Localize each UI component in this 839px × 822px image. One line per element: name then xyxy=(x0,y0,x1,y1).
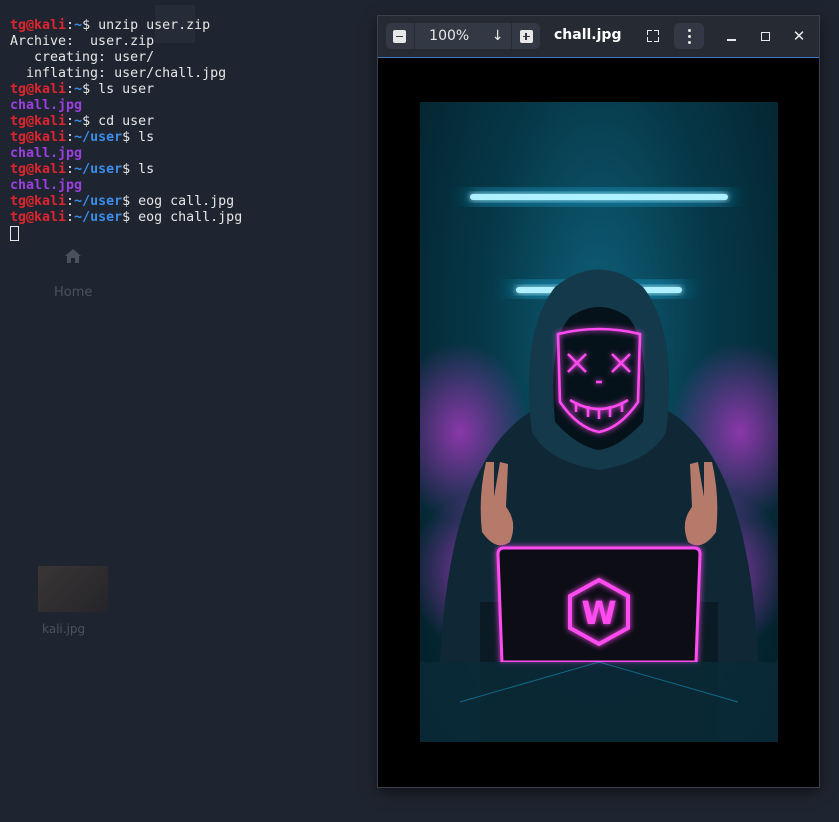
maximize-button[interactable] xyxy=(750,23,780,49)
terminal-line: chall.jpg xyxy=(10,98,242,114)
terminal-line: tg@kali:~$ unzip user.zip xyxy=(10,18,242,34)
prompt-user: tg@kali xyxy=(10,162,67,177)
text-cursor xyxy=(10,226,19,241)
home-icon[interactable] xyxy=(64,248,82,264)
zoom-in-button[interactable] xyxy=(512,23,540,49)
terminal-line: creating: user/ xyxy=(10,50,242,66)
command-text: cd user xyxy=(98,114,155,129)
prompt-separator: : xyxy=(66,114,75,129)
prompt-separator: : xyxy=(66,210,75,225)
terminal-line: chall.jpg xyxy=(10,146,242,162)
prompt-path: ~/user xyxy=(74,194,123,209)
command-text: eog chall.jpg xyxy=(138,210,243,225)
output-text: Archive: user.zip xyxy=(10,34,155,49)
terminal-output[interactable]: tg@kali:~$ unzip user.zip Archive: user.z… xyxy=(10,18,242,242)
terminal-line: tg@kali:~/user$ eog chall.jpg xyxy=(10,210,242,226)
prompt-user: tg@kali xyxy=(10,194,67,209)
window-title: chall.jpg xyxy=(554,27,622,43)
minimize-icon xyxy=(726,39,736,41)
zoom-level[interactable]: 100% xyxy=(415,28,484,44)
prompt-user: tg@kali xyxy=(10,114,67,129)
svg-text:W: W xyxy=(581,594,616,632)
command-text: ls xyxy=(138,130,155,145)
prompt-symbol: $ xyxy=(82,18,99,33)
terminal-line: inflating: user/chall.jpg xyxy=(10,66,242,82)
close-button[interactable]: ✕ xyxy=(784,23,814,49)
terminal-line: tg@kali:~/user$ ls xyxy=(10,162,242,178)
output-text: inflating: user/chall.jpg xyxy=(10,66,227,81)
prompt-user: tg@kali xyxy=(10,210,67,225)
terminal-line: tg@kali:~/user$ ls xyxy=(10,130,242,146)
prompt-separator: : xyxy=(66,194,75,209)
prompt-symbol: $ xyxy=(122,194,139,209)
prompt-symbol: $ xyxy=(122,130,139,145)
terminal-line: chall.jpg xyxy=(10,178,242,194)
prompt-symbol: $ xyxy=(122,210,139,225)
kebab-menu-icon xyxy=(687,28,691,44)
terminal-line: tg@kali:~$ ls user xyxy=(10,82,242,98)
terminal-line: Archive: user.zip xyxy=(10,34,242,50)
terminal-line xyxy=(10,226,242,242)
minus-box-icon xyxy=(393,29,407,43)
prompt-path: ~/user xyxy=(74,130,123,145)
fullscreen-icon xyxy=(647,30,659,42)
close-icon: ✕ xyxy=(792,27,806,45)
command-text: ls user xyxy=(98,82,155,97)
maximize-icon xyxy=(760,31,770,41)
prompt-user: tg@kali xyxy=(10,18,67,33)
prompt-separator: : xyxy=(66,162,75,177)
directory-entry: chall.jpg xyxy=(10,178,83,193)
prompt-separator: : xyxy=(66,130,75,145)
prompt-user: tg@kali xyxy=(10,130,67,145)
menu-button[interactable] xyxy=(674,23,704,49)
fullscreen-button[interactable] xyxy=(638,23,668,49)
hooded-figure-illustration: W xyxy=(420,192,778,742)
prompt-user: tg@kali xyxy=(10,82,67,97)
down-arrow-icon: ↓ xyxy=(491,28,504,44)
desktop-file-thumbnail[interactable] xyxy=(38,566,108,612)
minimize-button[interactable] xyxy=(716,23,746,49)
terminal-line: tg@kali:~$ cd user xyxy=(10,114,242,130)
prompt-symbol: $ xyxy=(82,82,99,97)
prompt-path: ~/user xyxy=(74,210,123,225)
zoom-dropdown-button[interactable]: ↓ xyxy=(484,23,512,49)
desktop-file-label[interactable]: kali.jpg xyxy=(42,622,85,636)
command-text: eog call.jpg xyxy=(138,194,235,209)
directory-entry: chall.jpg xyxy=(10,98,83,113)
image-viewer-window[interactable]: 100% ↓ chall.jpg ✕ W xyxy=(378,16,819,787)
command-text: ls xyxy=(138,162,155,177)
prompt-separator: : xyxy=(66,82,75,97)
prompt-path: ~ xyxy=(74,82,83,97)
viewer-titlebar[interactable]: 100% ↓ chall.jpg ✕ xyxy=(378,16,819,58)
prompt-path: ~ xyxy=(74,18,83,33)
zoom-out-button[interactable] xyxy=(386,23,414,49)
prompt-path: ~ xyxy=(74,114,83,129)
prompt-symbol: $ xyxy=(82,114,99,129)
zoom-controls: 100% ↓ xyxy=(386,23,540,49)
terminal-line: tg@kali:~/user$ eog call.jpg xyxy=(10,194,242,210)
plus-box-icon xyxy=(519,29,533,43)
prompt-symbol: $ xyxy=(122,162,139,177)
directory-entry: chall.jpg xyxy=(10,146,83,161)
prompt-separator: : xyxy=(66,18,75,33)
displayed-image: W xyxy=(420,102,778,742)
output-text: creating: user/ xyxy=(10,50,155,65)
prompt-path: ~/user xyxy=(74,162,123,177)
desktop-home-label[interactable]: Home xyxy=(54,285,92,300)
command-text: unzip user.zip xyxy=(98,18,211,33)
